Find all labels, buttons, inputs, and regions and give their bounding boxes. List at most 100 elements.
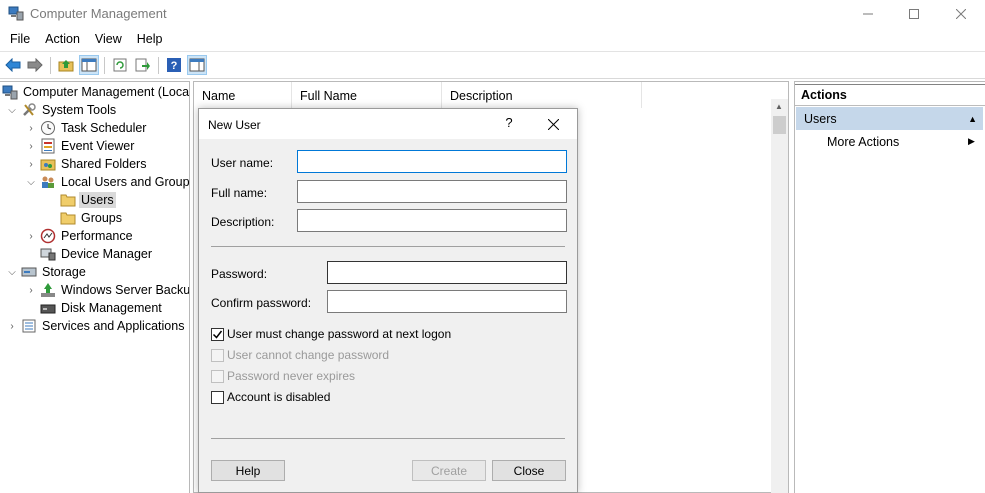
chevron-down-icon[interactable]: ⌵	[6, 105, 18, 116]
tree-item-label: System Tools	[42, 103, 117, 117]
computer-management-icon	[8, 6, 24, 21]
action-pane-icon	[189, 58, 205, 72]
tree-item-shared-folders[interactable]: › Shared Folders	[25, 155, 148, 173]
chevron-right-icon[interactable]: ›	[25, 231, 37, 242]
tree-item-label: Local Users and Groups	[61, 175, 190, 189]
event-viewer-icon	[40, 138, 56, 154]
cannot-change-password-checkbox[interactable]: User cannot change password	[211, 347, 389, 363]
toolbar: ?	[0, 51, 985, 79]
up-one-level-button[interactable]	[56, 55, 76, 75]
tree-item-windows-server-backup[interactable]: › Windows Server Backup	[25, 281, 190, 299]
shared-folder-icon	[40, 156, 56, 172]
help-toolbar-button[interactable]: ?	[164, 55, 184, 75]
tree-item-label: Disk Management	[61, 301, 162, 315]
tree-item-groups[interactable]: Groups	[60, 209, 124, 227]
back-arrow-icon	[5, 58, 21, 72]
tree-item-performance[interactable]: › Performance	[25, 227, 135, 245]
collapse-up-icon[interactable]: ▲	[968, 114, 977, 124]
export-icon	[135, 58, 150, 72]
dialog-title-bar: New User ?	[199, 109, 577, 139]
account-disabled-checkbox[interactable]: Account is disabled	[211, 389, 330, 405]
checkbox-box[interactable]	[211, 327, 224, 341]
refresh-button[interactable]	[110, 55, 130, 75]
confirm-password-field[interactable]	[327, 290, 567, 313]
disk-icon	[40, 300, 56, 316]
scrollbar-thumb[interactable]	[773, 116, 786, 134]
checkbox-box[interactable]	[211, 348, 224, 362]
chevron-right-icon[interactable]: ›	[6, 321, 18, 332]
tree-item-label: Windows Server Backup	[61, 283, 190, 297]
actions-group-users[interactable]: Users ▲	[796, 107, 983, 130]
column-header-description[interactable]: Description	[442, 82, 642, 108]
create-button[interactable]: Create	[412, 460, 486, 481]
tree-item-event-viewer[interactable]: › Event Viewer	[25, 137, 136, 155]
tree-item-system-tools[interactable]: ⌵ System Tools	[6, 101, 118, 119]
more-actions-item[interactable]: More Actions	[827, 135, 899, 149]
toolbar-separator	[104, 57, 105, 74]
password-field[interactable]	[327, 261, 567, 284]
menu-view[interactable]: View	[88, 29, 130, 49]
must-change-password-checkbox[interactable]: User must change password at next logon	[211, 326, 451, 342]
console-tree-icon	[81, 58, 97, 72]
tree-item-disk-management[interactable]: Disk Management	[40, 299, 164, 317]
tree-item-local-users-and-groups[interactable]: ⌵ Local Users and Groups	[25, 173, 190, 191]
menu-help[interactable]: Help	[130, 29, 171, 49]
chevron-down-icon[interactable]: ⌵	[25, 177, 37, 188]
menu-file[interactable]: File	[0, 29, 38, 49]
checkbox-label: User must change password at next logon	[227, 327, 452, 341]
tree-item-label: Computer Management (Local	[23, 85, 190, 99]
confirm-password-label: Confirm password:	[211, 296, 312, 310]
tree-item-services-and-applications[interactable]: › Services and Applications	[6, 317, 186, 335]
forward-button[interactable]	[25, 55, 45, 75]
close-button[interactable]: Close	[492, 460, 566, 481]
checkbox-label: User cannot change password	[227, 348, 390, 362]
chevron-right-icon[interactable]: ›	[25, 159, 37, 170]
export-list-button[interactable]	[133, 55, 153, 75]
toolbar-separator	[50, 57, 51, 74]
folder-icon	[60, 210, 76, 226]
folder-up-icon	[58, 60, 74, 72]
chevron-right-icon[interactable]: ›	[25, 141, 37, 152]
show-hide-action-pane-button[interactable]	[187, 55, 207, 75]
password-never-expires-checkbox[interactable]: Password never expires	[211, 368, 355, 384]
column-header-name[interactable]: Name	[194, 82, 292, 108]
help-button[interactable]: Help	[211, 460, 285, 481]
checkbox-label: Password never expires	[227, 369, 356, 383]
password-label: Password:	[211, 267, 268, 281]
back-button[interactable]	[3, 55, 23, 75]
services-icon	[21, 318, 37, 334]
tree-item-label: Storage	[42, 265, 86, 279]
menu-action[interactable]: Action	[38, 29, 88, 49]
tree-item-label: Device Manager	[61, 247, 153, 261]
dialog-close-button[interactable]	[537, 114, 569, 134]
username-field[interactable]	[297, 150, 567, 173]
fullname-field[interactable]	[297, 180, 567, 203]
tree-item-storage[interactable]: ⌵ Storage	[6, 263, 88, 281]
maximize-button[interactable]	[891, 0, 937, 28]
chevron-down-icon[interactable]: ⌵	[6, 267, 18, 278]
close-window-button[interactable]	[938, 0, 984, 28]
chevron-right-icon[interactable]: ›	[25, 123, 37, 134]
tree-item-users[interactable]: Users	[60, 191, 116, 209]
device-manager-icon	[40, 246, 56, 262]
new-user-dialog: New User ? User name: Full name: Descrip…	[198, 108, 578, 493]
computer-management-icon	[2, 84, 18, 100]
minimize-button[interactable]	[845, 0, 891, 28]
checkbox-box[interactable]	[211, 390, 224, 404]
column-header-full-name[interactable]: Full Name	[292, 82, 442, 108]
tree-item-computer-management[interactable]: Computer Management (Local	[2, 83, 190, 101]
description-field[interactable]	[297, 209, 567, 232]
chevron-right-icon[interactable]: ›	[25, 285, 37, 296]
tree-item-label: Shared Folders	[61, 157, 147, 171]
tree-item-label: Performance	[61, 229, 133, 243]
show-hide-console-tree-button[interactable]	[79, 55, 99, 75]
tree-item-task-scheduler[interactable]: › Task Scheduler	[25, 119, 148, 137]
tree-item-label: Task Scheduler	[61, 121, 147, 135]
dialog-help-button[interactable]: ?	[497, 115, 521, 135]
checkbox-box[interactable]	[211, 369, 224, 383]
username-label: User name:	[211, 156, 274, 170]
list-scrollbar[interactable]: ▲	[771, 99, 788, 493]
scroll-up-icon[interactable]: ▲	[775, 102, 783, 111]
tree-item-device-manager[interactable]: Device Manager	[40, 245, 154, 263]
backup-icon	[40, 282, 56, 298]
